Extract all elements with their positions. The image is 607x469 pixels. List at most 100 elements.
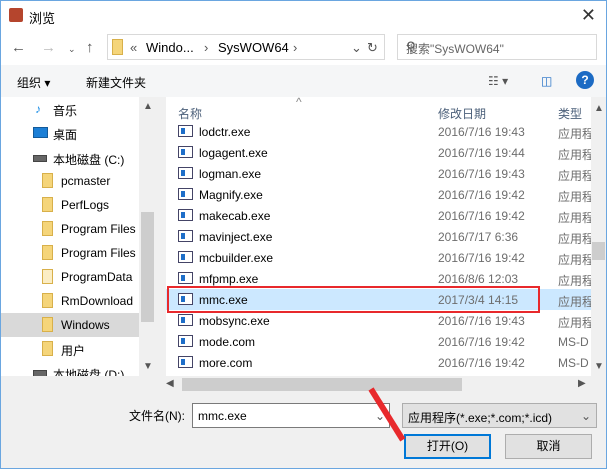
sidebar-item-label: RmDownload (61, 294, 134, 308)
sidebar-item-windows[interactable]: Windows (1, 313, 139, 337)
file-name: lodctr.exe (199, 125, 251, 139)
scroll-thumb[interactable] (182, 378, 462, 391)
sidebar-item-desktop[interactable]: 桌面 (1, 121, 139, 145)
file-type-select[interactable]: 应用程序(*.exe;*.com;*.icd) ⌄ (402, 403, 597, 428)
file-type: 应用程 (558, 316, 595, 330)
navigation-pane: ♪ 音乐 桌面 本地磁盘 (C:) pcmaster PerfLogs Progr… (1, 97, 156, 376)
sidebar-item-program-files-x86[interactable]: Program Files (1, 241, 139, 265)
file-icon (178, 356, 193, 368)
file-row[interactable]: mode.com 2016/7/16 19:42 MS-D (166, 331, 591, 352)
sidebar-scrollbar[interactable]: ▲ ▼ (139, 97, 156, 376)
sidebar-item-label: 桌面 (53, 128, 78, 142)
file-row[interactable]: logagent.exe 2016/7/16 19:44 应用程 (166, 142, 595, 163)
sidebar-item-program-files[interactable]: Program Files (1, 217, 139, 241)
search-input[interactable]: 搜索"SysWOW64" ⚲ (397, 34, 597, 60)
crumb-syswow64[interactable]: SysWOW64 (218, 40, 289, 55)
file-row[interactable]: logman.exe 2016/7/16 19:43 应用程 (166, 163, 594, 184)
sidebar-item-drive-c[interactable]: 本地磁盘 (C:) (1, 146, 139, 170)
file-row[interactable]: Magnify.exe 2016/7/16 19:42 应用程 (166, 184, 594, 205)
sidebar-item-label: PerfLogs (61, 198, 110, 212)
file-name: mcbuilder.exe (199, 251, 274, 265)
open-button[interactable]: 打开(O) (404, 434, 491, 459)
dialog-title: 浏览 (29, 11, 56, 26)
file-row[interactable]: mcbuilder.exe 2016/7/16 19:42 应用程 (166, 247, 594, 268)
file-list-vertical-scrollbar[interactable]: ▲ ▼ (591, 97, 606, 376)
chevron-down-icon[interactable]: ⌄ (581, 409, 591, 423)
filename-input[interactable]: mmc.exe ⌄ (192, 403, 390, 428)
crumb-separator[interactable]: › (293, 40, 297, 55)
sidebar-item-drive-d[interactable]: 本地磁盘 (D:) (1, 361, 139, 376)
file-icon (178, 188, 193, 200)
sidebar-item-label: 音乐 (53, 104, 78, 118)
view-options-icon[interactable]: ☷ ▾ (488, 74, 508, 88)
music-icon: ♪ (35, 102, 41, 116)
scroll-right-icon[interactable]: ▶ (578, 378, 586, 389)
file-list-horizontal-scrollbar[interactable]: ◀ ▶ (166, 376, 591, 393)
browse-dialog: 浏览 ✕ ← → ⌄ ↑ « Windo... › SysWOW64 › ⌄ ↻… (0, 0, 607, 469)
chevron-down-icon[interactable]: ⌄ (351, 40, 362, 56)
sidebar-item-rmdownload[interactable]: RmDownload (1, 289, 139, 313)
folder-icon (42, 293, 53, 308)
file-type: 应用程 (558, 127, 595, 141)
cancel-button[interactable]: 取消 (505, 434, 592, 459)
column-name[interactable]: 名称 (178, 105, 202, 122)
file-date: 2016/7/16 19:43 (438, 314, 525, 328)
file-date: 2016/8/6 12:03 (438, 272, 519, 286)
file-date: 2016/7/16 19:42 (438, 356, 525, 370)
sidebar-item-users[interactable]: 用户 (1, 337, 139, 361)
drive-icon (33, 155, 47, 162)
file-icon (178, 251, 193, 263)
file-date: 2016/7/16 19:43 (438, 167, 525, 181)
help-icon[interactable]: ? (576, 71, 594, 89)
crumb-windows[interactable]: Windo... (146, 40, 194, 55)
scroll-up-icon[interactable]: ▲ (143, 101, 153, 112)
organize-button[interactable]: 组织 ▾ (17, 74, 50, 91)
sidebar-item-label: 本地磁盘 (C:) (53, 153, 125, 167)
preview-pane-icon[interactable]: ◫ (541, 74, 552, 88)
back-arrow-icon[interactable]: ← (11, 39, 26, 56)
file-name: Magnify.exe (199, 188, 263, 202)
scroll-down-icon[interactable]: ▼ (594, 361, 604, 372)
file-name: logagent.exe (199, 146, 268, 160)
folder-icon (42, 221, 53, 236)
sidebar-item-pcmaster[interactable]: pcmaster (1, 169, 139, 193)
file-row[interactable]: makecab.exe 2016/7/16 19:42 应用程 (166, 205, 595, 226)
column-date[interactable]: 修改日期 (438, 105, 486, 122)
file-date: 2016/7/17 6:36 (438, 230, 519, 244)
sidebar-item-music[interactable]: ♪ 音乐 (1, 97, 139, 121)
forward-arrow-icon[interactable]: → (41, 39, 56, 56)
sidebar-item-label: Program Files (61, 246, 136, 260)
app-icon (9, 8, 23, 22)
sidebar-item-programdata[interactable]: ProgramData (1, 265, 139, 289)
column-type[interactable]: 类型 (558, 105, 582, 122)
desktop-icon (33, 127, 48, 138)
file-row[interactable]: mavinject.exe 2016/7/17 6:36 应用程 (166, 226, 595, 247)
crumb-separator[interactable]: › (204, 40, 208, 55)
file-name: mavinject.exe (199, 230, 273, 244)
address-bar[interactable]: « Windo... › SysWOW64 › ⌄ ↻ (107, 34, 385, 60)
file-name: logman.exe (199, 167, 262, 181)
file-icon (178, 230, 193, 242)
recent-chevron-icon[interactable]: ⌄ (68, 44, 76, 55)
file-row[interactable]: mobsync.exe 2016/7/16 19:43 应用程 (166, 310, 595, 331)
file-type: 应用程 (558, 148, 595, 162)
refresh-icon[interactable]: ↻ (367, 40, 378, 56)
scroll-left-icon[interactable]: ◀ (166, 378, 174, 389)
close-button[interactable]: ✕ (581, 5, 596, 26)
sidebar-item-perflogs[interactable]: PerfLogs (1, 193, 139, 217)
scroll-up-icon[interactable]: ▲ (594, 103, 604, 114)
file-type: 应用程 (558, 232, 595, 246)
overflow-crumb[interactable]: « (130, 40, 137, 55)
scroll-down-icon[interactable]: ▼ (143, 361, 153, 372)
scroll-thumb[interactable] (592, 242, 605, 260)
search-icon[interactable]: ⚲ (406, 39, 588, 55)
title-bar: 浏览 ✕ (1, 1, 606, 31)
up-arrow-icon[interactable]: ↑ (86, 39, 94, 56)
scroll-thumb[interactable] (141, 212, 154, 322)
folder-icon (42, 173, 53, 188)
file-row[interactable]: lodctr.exe 2016/7/16 19:43 应用程 (166, 121, 595, 142)
folder-icon (42, 197, 53, 212)
file-type: 应用程 (558, 211, 595, 225)
new-folder-button[interactable]: 新建文件夹 (86, 74, 146, 91)
file-row[interactable]: more.com 2016/7/16 19:42 MS-D (166, 352, 591, 373)
